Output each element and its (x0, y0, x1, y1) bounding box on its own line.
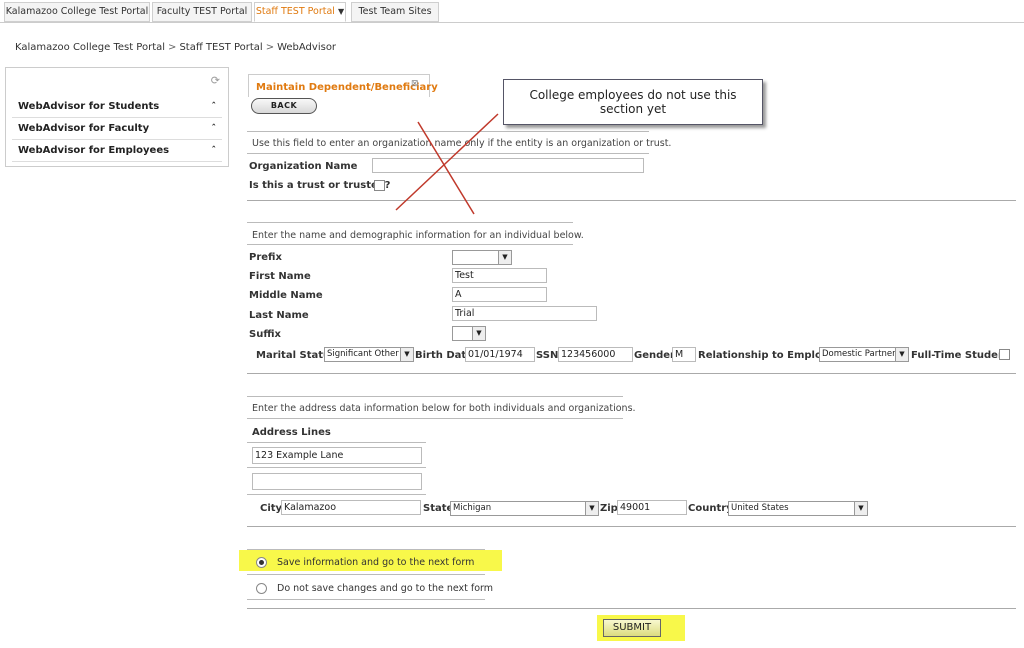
breadcrumb: Kalamazoo College Test Portal > Staff TEST… (15, 42, 336, 53)
tab-label: Staff TEST Portal (255, 6, 335, 17)
country-select[interactable]: United States ▼ (728, 501, 868, 516)
breadcrumb-separator: > (265, 42, 275, 53)
save-option-label[interactable]: Save information and go to the next form (277, 557, 474, 568)
middle-name-input[interactable]: A (452, 287, 547, 302)
zip-label: Zip (600, 503, 618, 514)
ssn-input[interactable]: 123456000 (558, 347, 633, 362)
city-input[interactable]: Kalamazoo (281, 500, 421, 515)
section-divider (247, 608, 1016, 609)
cross-line (417, 121, 475, 215)
callout-text: College employees do not use this sectio… (529, 88, 737, 116)
chevron-down-icon[interactable]: ▼ (585, 502, 598, 515)
cross-out-mark (395, 113, 499, 215)
chevron-up-icon[interactable]: ˆ (212, 119, 217, 139)
sidebar-item-label: WebAdvisor for Students (18, 101, 160, 112)
full-time-student-label: Full-Time Student (911, 350, 1010, 361)
section-divider (247, 526, 1016, 527)
divider (247, 494, 426, 495)
tab-kalamazoo-college-test-portal[interactable]: Kalamazoo College Test Portal (4, 2, 150, 22)
sidebar-item-faculty[interactable]: WebAdvisor for Faculty ˆ (12, 119, 222, 140)
no-save-option-radio[interactable] (256, 583, 267, 594)
org-name-label: Organization Name (249, 161, 358, 172)
first-name-label: First Name (249, 271, 311, 282)
divider (247, 418, 623, 419)
chevron-up-icon[interactable]: ˆ (212, 97, 217, 117)
divider (247, 442, 426, 443)
gender-input[interactable]: M (672, 347, 696, 362)
address-line-1-input[interactable]: 123 Example Lane (252, 447, 422, 464)
full-time-student-checkbox[interactable] (999, 349, 1010, 360)
sidebar-item-label: WebAdvisor for Employees (18, 145, 170, 156)
section-divider (247, 373, 1016, 374)
chevron-down-icon[interactable]: ▼ (854, 502, 867, 515)
divider (247, 599, 485, 600)
state-value: Michigan (453, 503, 492, 513)
suffix-select[interactable]: ▼ (452, 326, 486, 341)
prefix-label: Prefix (249, 252, 282, 263)
individual-note: Enter the name and demographic informati… (252, 230, 584, 241)
ssn-label: SSN (536, 350, 559, 361)
trust-label: Is this a trust or trustee? (249, 180, 391, 191)
tab-label: Faculty TEST Portal (156, 6, 248, 17)
sidebar: ⟳ WebAdvisor for Students ˆ WebAdvisor fo… (5, 67, 229, 167)
relationship-select[interactable]: Domestic Partner ▼ (819, 347, 909, 362)
tab-staff-test-portal[interactable]: Staff TEST Portal ▼ (254, 2, 346, 22)
portal-tab-bar: Kalamazoo College Test Portal Faculty TE… (0, 0, 1024, 23)
refresh-icon[interactable]: ⟳ (211, 74, 220, 87)
breadcrumb-item[interactable]: Staff TEST Portal (179, 42, 262, 53)
address-lines-label: Address Lines (252, 427, 331, 438)
suffix-label: Suffix (249, 329, 281, 340)
chevron-down-icon[interactable]: ▼ (498, 251, 511, 264)
middle-name-label: Middle Name (249, 290, 323, 301)
submit-button[interactable]: SUBMIT (603, 619, 661, 637)
section-divider (247, 200, 1016, 201)
chevron-down-icon[interactable]: ▼ (472, 327, 485, 340)
no-save-option-label[interactable]: Do not save changes and go to the next f… (277, 583, 493, 594)
prefix-select[interactable]: ▼ (452, 250, 512, 265)
save-option-radio[interactable] (256, 557, 267, 568)
first-name-input[interactable]: Test (452, 268, 547, 283)
zip-input[interactable]: 49001 (617, 500, 687, 515)
cross-line (395, 113, 499, 211)
marital-status-value: Significant Other (327, 349, 399, 359)
country-value: United States (731, 503, 789, 513)
divider (247, 222, 573, 223)
tab-faculty-test-portal[interactable]: Faculty TEST Portal (152, 2, 252, 22)
state-select[interactable]: Michigan ▼ (450, 501, 599, 516)
city-label: City (260, 503, 283, 514)
close-icon[interactable]: ⊠ (411, 79, 419, 89)
relationship-value: Domestic Partner (822, 349, 896, 359)
country-label: Country (688, 503, 733, 514)
last-name-input[interactable]: Trial (452, 306, 597, 321)
chevron-up-icon[interactable]: ˆ (212, 141, 217, 161)
divider (247, 396, 623, 397)
tab-label: Kalamazoo College Test Portal (5, 6, 149, 17)
marital-status-select[interactable]: Significant Other ▼ (324, 347, 414, 362)
breadcrumb-separator: > (168, 42, 177, 53)
divider (247, 574, 485, 575)
last-name-label: Last Name (249, 310, 309, 321)
sidebar-item-students[interactable]: WebAdvisor for Students ˆ (12, 97, 222, 118)
state-label: State (423, 503, 454, 514)
sidebar-item-label: WebAdvisor for Faculty (18, 123, 150, 134)
breadcrumb-item[interactable]: Kalamazoo College Test Portal (15, 42, 165, 53)
annotation-callout: College employees do not use this sectio… (503, 79, 763, 125)
divider (247, 244, 573, 245)
gender-label: Gender (634, 350, 675, 361)
birth-date-input[interactable]: 01/01/1974 (465, 347, 535, 362)
trust-checkbox[interactable] (374, 180, 385, 191)
back-button[interactable]: BACK (251, 98, 317, 114)
chevron-down-icon[interactable]: ▼ (895, 348, 908, 361)
tab-test-team-sites[interactable]: Test Team Sites (351, 2, 439, 22)
address-line-2-input[interactable] (252, 473, 422, 490)
chevron-down-icon[interactable]: ▼ (338, 3, 344, 21)
breadcrumb-item: WebAdvisor (277, 42, 337, 53)
tab-label: Test Team Sites (358, 6, 432, 17)
divider (247, 549, 485, 550)
divider (247, 467, 426, 468)
sidebar-item-employees[interactable]: WebAdvisor for Employees ˆ (12, 141, 222, 162)
chevron-down-icon[interactable]: ▼ (400, 348, 413, 361)
address-note: Enter the address data information below… (252, 403, 636, 414)
